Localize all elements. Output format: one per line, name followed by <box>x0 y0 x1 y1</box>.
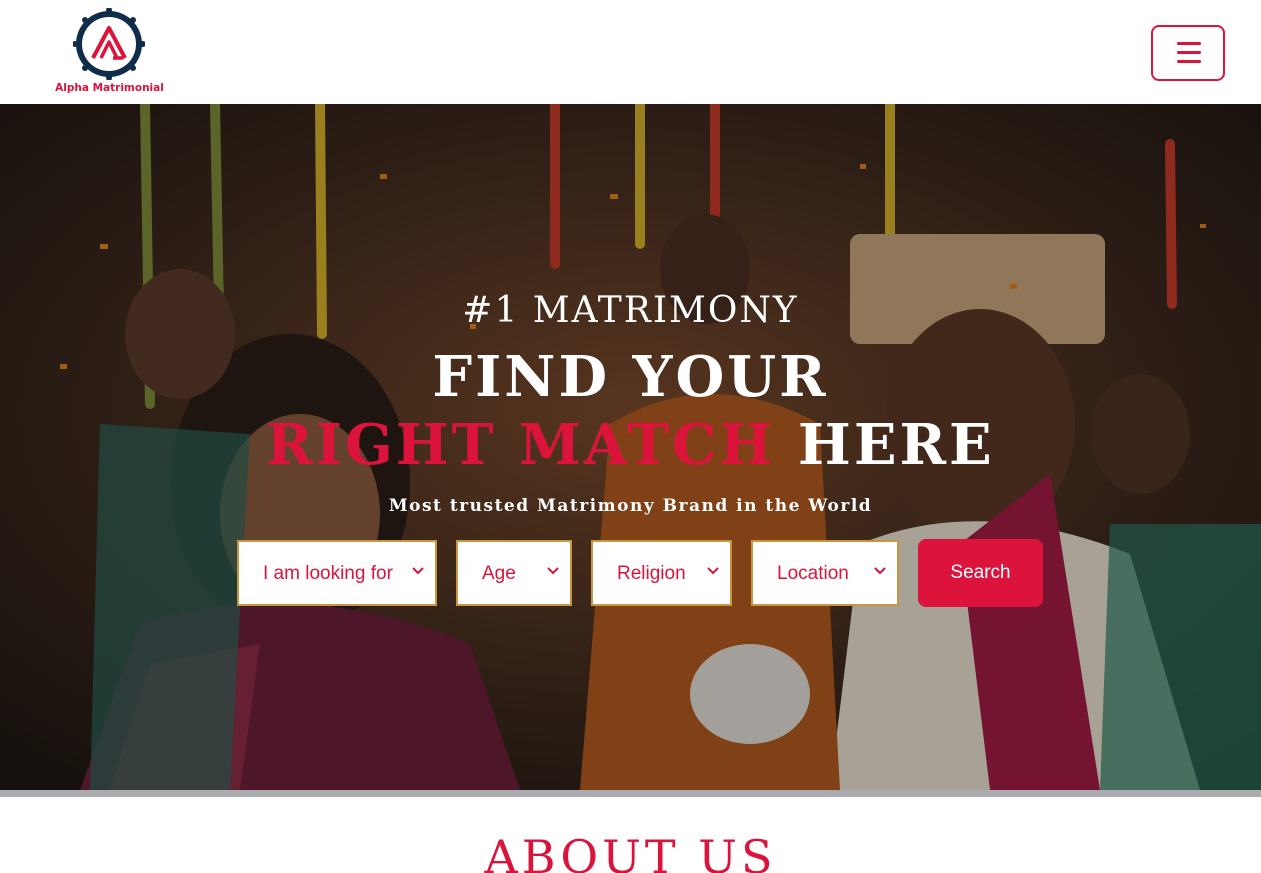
site-header: Alpha Matrimonial <box>0 0 1261 104</box>
hero-headline-line2: RIGHT MATCH HERE <box>0 412 1261 478</box>
logo-mark-icon <box>73 8 145 80</box>
chevron-down-icon <box>412 567 424 575</box>
looking-for-value: I am looking for <box>263 563 393 584</box>
chevron-down-icon <box>547 567 559 575</box>
brand-logo[interactable]: Alpha Matrimonial <box>52 8 167 98</box>
religion-value: Religion <box>617 563 686 584</box>
chevron-down-icon <box>707 567 719 575</box>
chevron-down-icon <box>874 567 886 575</box>
looking-for-select[interactable]: I am looking for <box>237 540 437 606</box>
location-value: Location <box>777 563 849 584</box>
brand-name: Alpha Matrimonial <box>55 82 164 94</box>
search-button[interactable]: Search <box>918 539 1043 607</box>
hero-headline-accent: RIGHT MATCH <box>266 412 776 478</box>
about-heading: ABOUT US <box>484 830 777 873</box>
hero-tagline: Most trusted Matrimony Brand in the Worl… <box>388 496 873 516</box>
about-section: ABOUT US <box>0 797 1261 873</box>
age-value: Age <box>482 563 516 584</box>
search-form: I am looking for Age Religion Location S… <box>0 539 1261 607</box>
hero-headline-line1: FIND YOUR <box>432 344 829 410</box>
hero-banner: #1 MATRIMONY FIND YOUR RIGHT MATCH HERE … <box>0 104 1261 790</box>
hero-headline-rest: HERE <box>797 412 995 478</box>
age-select[interactable]: Age <box>456 540 572 606</box>
menu-toggle-button[interactable] <box>1151 25 1225 81</box>
location-select[interactable]: Location <box>751 540 899 606</box>
hero-eyebrow: #1 MATRIMONY <box>462 290 799 331</box>
religion-select[interactable]: Religion <box>591 540 732 606</box>
section-divider <box>0 790 1261 797</box>
